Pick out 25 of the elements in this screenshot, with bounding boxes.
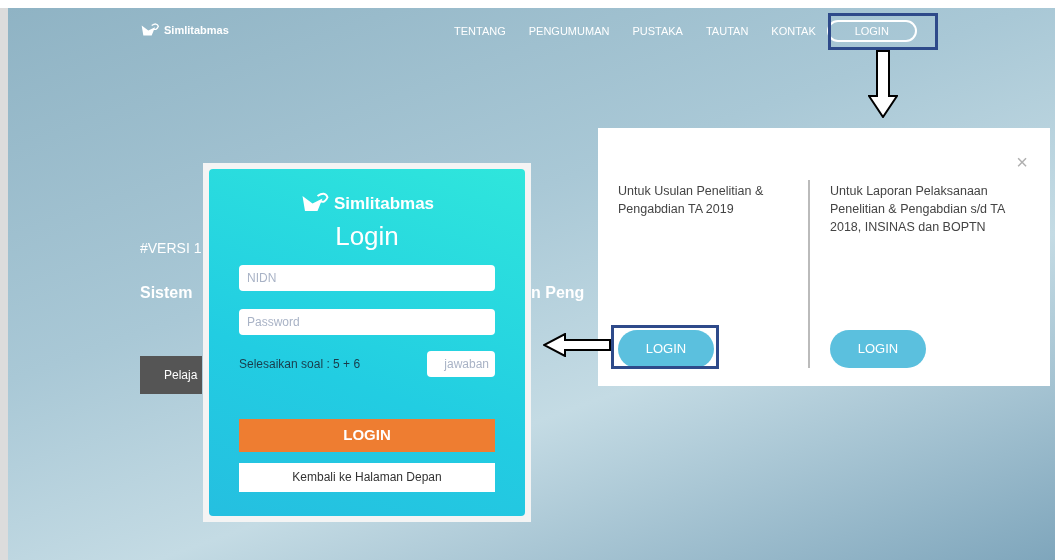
learn-more-button[interactable]: Pelaja [140,356,202,394]
brand-name: Simlitabmas [333,193,435,215]
nav-link[interactable]: PUSTAKA [630,22,685,40]
nav-link[interactable]: TAUTAN [703,22,751,40]
option-login-button[interactable]: LOGIN [618,330,714,368]
nav-link[interactable]: PENGUMUMAN [526,22,612,40]
nav-link[interactable]: TENTANG [452,22,508,40]
option-login-button[interactable]: LOGIN [830,330,926,368]
input-field[interactable]: Password [239,308,495,335]
option-description: Untuk Laporan Pelaksanaan Penelitian & Pengabdian s/d TA 2018, INSINAS dan BOPTN [830,183,1006,236]
brand-name[interactable]: Simlitabmas [164,22,229,39]
logo-icon [140,22,160,39]
input-field[interactable]: NIDN [239,264,495,291]
option-description: Untuk Usulan Penelitian & Pengabdian TA 2019 [618,183,765,218]
nav-link[interactable]: KONTAK [769,22,818,40]
login-title: Login [335,219,399,253]
down-arrow-icon [868,50,898,118]
answer-field[interactable]: jawaban [427,350,495,377]
hero-title: Sistem [140,283,193,303]
version-tag: #VERSI 1 [140,238,202,259]
close-button[interactable]: × [1016,152,1028,172]
hero-title: n Peng [531,283,585,303]
back-home-button[interactable]: Kembali ke Halaman Depan [239,462,495,492]
login-submit-button[interactable]: LOGIN [239,418,495,452]
captcha-question: Selesaikan soal : 5 + 6 [239,355,361,373]
